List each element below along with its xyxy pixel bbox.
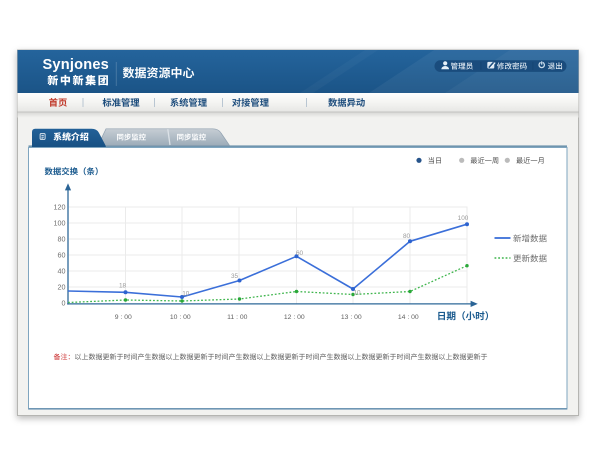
svg-text:0: 0	[62, 299, 66, 308]
svg-text:10: 10	[353, 289, 361, 296]
svg-text:20: 20	[58, 283, 66, 292]
svg-text:Synjones: Synjones	[43, 57, 109, 73]
svg-text:14 : 00: 14 : 00	[398, 314, 419, 321]
svg-text:12 : 00: 12 : 00	[284, 314, 305, 321]
svg-text:10 : 00: 10 : 00	[170, 314, 191, 321]
svg-text:60: 60	[58, 251, 66, 260]
svg-text:120: 120	[54, 203, 66, 212]
svg-text:18: 18	[119, 283, 127, 290]
svg-text:9 : 00: 9 : 00	[115, 314, 132, 321]
svg-text:35: 35	[231, 273, 239, 280]
svg-text:80: 80	[403, 233, 411, 240]
svg-text:13 : 00: 13 : 00	[341, 314, 362, 321]
svg-text:11 : 00: 11 : 00	[227, 314, 248, 321]
svg-text:40: 40	[58, 267, 66, 276]
svg-text:100: 100	[54, 219, 66, 228]
svg-text:100: 100	[458, 215, 469, 222]
svg-text:60: 60	[296, 250, 304, 257]
svg-text:10: 10	[182, 291, 190, 298]
svg-text:80: 80	[58, 235, 66, 244]
